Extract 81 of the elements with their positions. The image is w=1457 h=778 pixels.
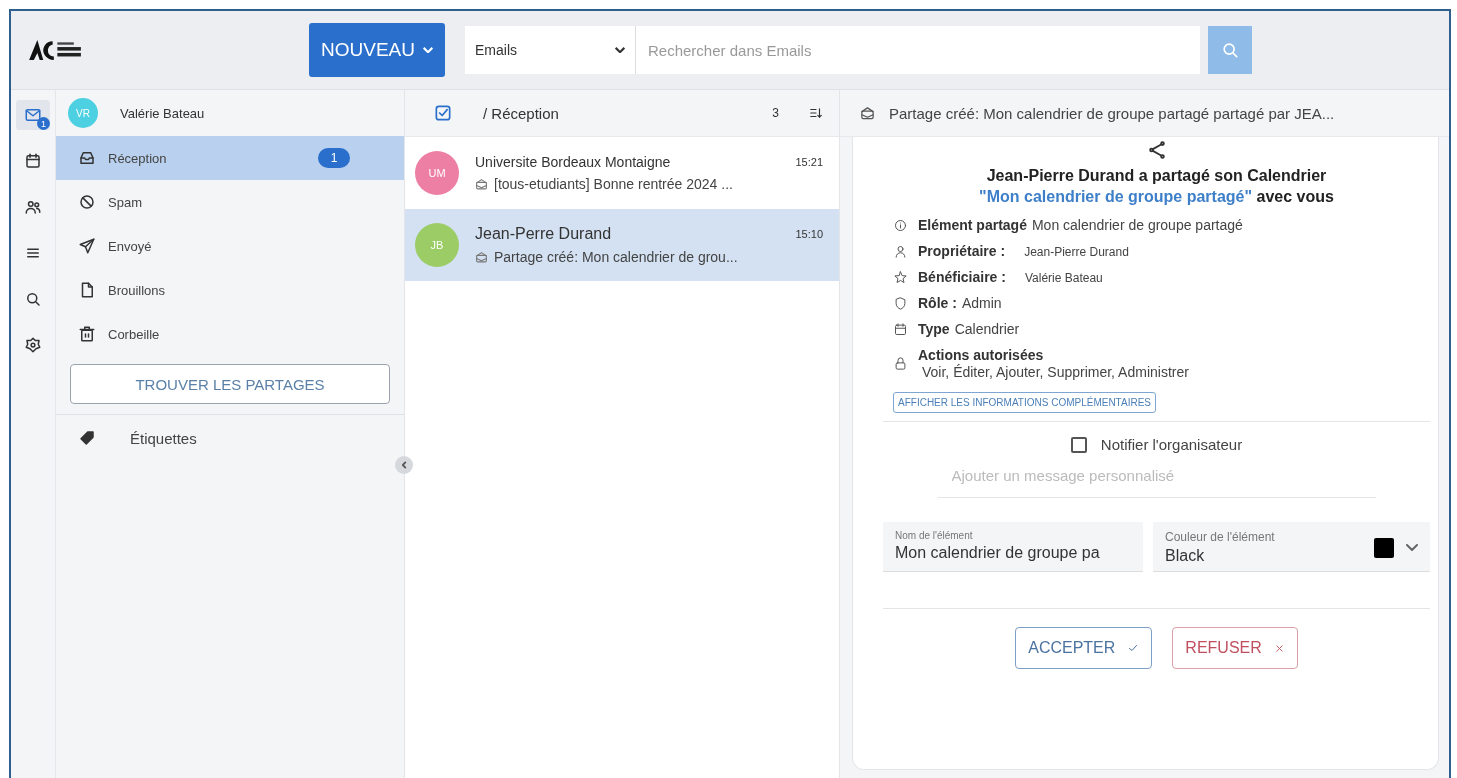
star-icon	[893, 269, 908, 285]
select-all-icon[interactable]	[433, 103, 453, 123]
shared-item-link[interactable]: "Mon calendrier de groupe partagé"	[979, 188, 1253, 205]
detail-value: Valérie Bateau	[1024, 271, 1103, 285]
color-dropdown[interactable]: Couleur de l'élément Black	[1153, 522, 1430, 572]
send-icon	[78, 237, 96, 255]
find-shares-button[interactable]: TROUVER LES PARTAGES	[70, 364, 390, 404]
collapse-button[interactable]	[395, 456, 413, 474]
field-label: Nom de l'élément	[895, 530, 974, 541]
sender-name: Jean-Perre Durand	[475, 225, 612, 243]
shield-icon	[893, 295, 908, 311]
message-subject: Partage créé: Mon calendrier de grou...	[494, 249, 738, 265]
detail-value: Jean-Pierre Durand	[1024, 245, 1129, 259]
search-icon	[24, 290, 42, 308]
detail-label: Bénéficiaire :	[918, 269, 1006, 285]
search-icon	[1220, 40, 1240, 60]
settings-icon	[24, 336, 42, 354]
folder-item[interactable]: Envoyé	[56, 224, 404, 268]
detail-value: Admin	[961, 295, 1002, 311]
calendar-icon	[893, 321, 908, 337]
count-badge: 1	[318, 148, 350, 168]
mail-icon	[24, 106, 42, 124]
detail-label: Actions autorisées	[918, 347, 1045, 363]
envelope-icon	[860, 105, 875, 121]
new-button[interactable]: NOUVEAU	[309, 23, 445, 77]
detail-label: Elément partagé	[918, 217, 1027, 233]
share-owner: Jean-Pierre Durand	[986, 167, 1135, 184]
sort-icon	[809, 106, 823, 120]
info-icon	[893, 217, 908, 233]
folder-item[interactable]: Brouillons	[56, 268, 404, 312]
message-time: 15:21	[795, 156, 823, 168]
folder-item[interactable]: Réception 1	[56, 136, 404, 180]
message-count: 3	[772, 106, 779, 120]
share-text: a partagé son Calendrier	[1138, 167, 1327, 184]
avatar: UM	[415, 151, 459, 195]
sender-name: Universite Bordeaux Montaigne	[475, 154, 671, 170]
trash-icon	[78, 325, 96, 343]
message-item[interactable]: JB Jean-Perre Durand 15:10 Partage créé: Mon calendrier de grou...	[405, 209, 839, 281]
person-icon	[893, 243, 908, 259]
calendar-icon	[24, 152, 42, 170]
detail-value: Mon calendrier de groupe partagé	[1031, 217, 1243, 233]
chevron-down-icon	[1406, 544, 1418, 551]
tag-icon	[78, 429, 96, 447]
avatar: JB	[415, 223, 459, 267]
name-input[interactable]: Mon calendrier de groupe pa	[895, 544, 1145, 562]
avatar: VR	[68, 98, 98, 128]
lock-icon	[893, 356, 908, 371]
check-icon	[1127, 642, 1140, 654]
folder-path: / Réception	[483, 104, 560, 122]
email-subject: Partage créé: Mon calendrier de groupe partagé partagé par JEA...	[889, 104, 1335, 122]
share-text: avec vous	[1256, 188, 1334, 205]
inbox-icon	[78, 149, 96, 167]
people-icon	[24, 198, 42, 216]
accept-button[interactable]: ACCEPTER	[1015, 627, 1153, 669]
search-field[interactable]: Rechercher dans Emails	[635, 26, 1200, 74]
close-icon	[1273, 642, 1285, 654]
labels-section[interactable]: Étiquettes	[130, 429, 197, 447]
folder-item[interactable]: Corbeille	[56, 312, 404, 356]
chevron-left-icon	[401, 461, 407, 469]
message-subject: [tous-etudiants] Bonne rentrée 2024 ...	[494, 176, 733, 192]
envelope-icon	[475, 250, 488, 264]
chevron-down-icon	[615, 47, 625, 53]
folder-item[interactable]: Spam	[56, 180, 404, 224]
message-time: 15:10	[795, 228, 823, 240]
checkbox-label: Notifier l'organisateur	[1100, 436, 1243, 453]
detail-label: Propriétaire :	[918, 243, 1006, 259]
refuse-button[interactable]: REFUSER	[1172, 627, 1298, 669]
detail-value: Calendrier	[954, 321, 1020, 337]
more-info-button[interactable]: AFFICHER LES INFORMATIONS COMPLÉMENTAIRES	[893, 392, 1156, 413]
unread-badge: 1	[37, 117, 50, 130]
name-field[interactable]: Nom de l'élément Mon calendrier de groupe pa	[883, 522, 1143, 572]
blocked-icon	[78, 193, 96, 211]
rail-button[interactable]: 1	[16, 100, 50, 130]
detail-label: Type	[918, 321, 950, 337]
logo	[29, 40, 81, 60]
search-scope-dropdown[interactable]: Emails	[465, 26, 635, 74]
chevron-down-icon	[423, 47, 433, 53]
detail-value: Voir, Éditer, Ajouter, Supprimer, Administrer	[922, 364, 1189, 380]
account-name: Valérie Bateau	[120, 105, 205, 121]
detail-label: Rôle :	[918, 295, 957, 311]
envelope-icon	[475, 177, 488, 191]
